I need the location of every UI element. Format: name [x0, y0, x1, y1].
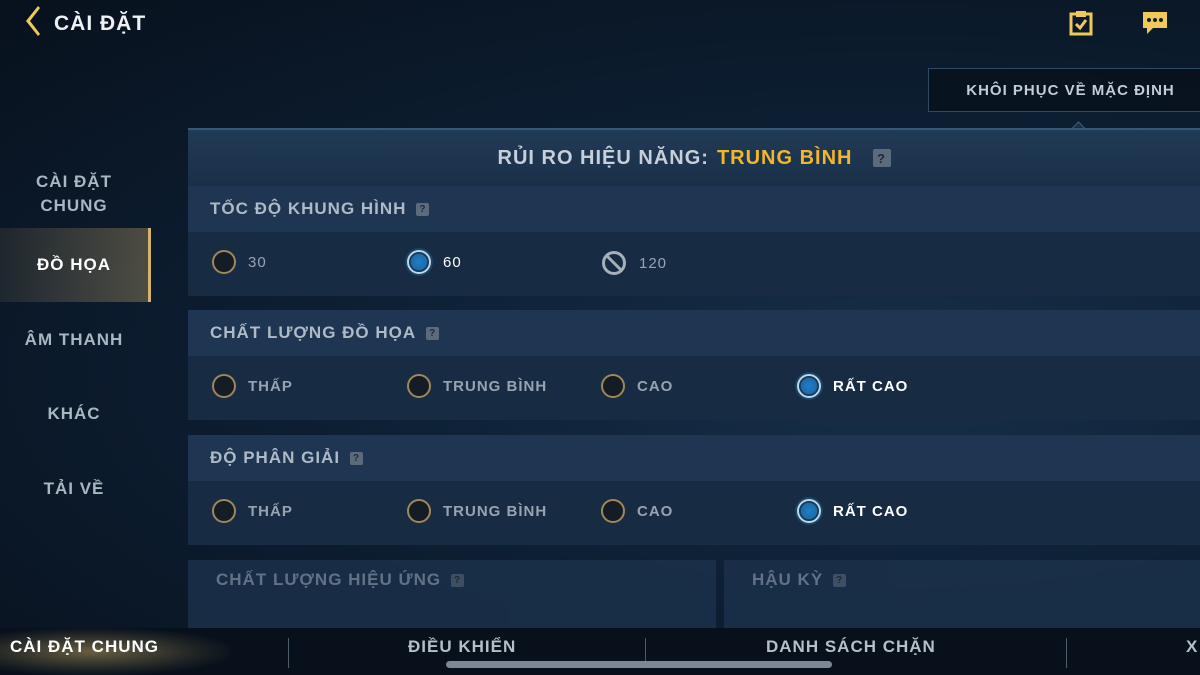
- quality-option-low[interactable]: THẤP: [212, 374, 293, 398]
- frame-rate-option-60[interactable]: 60: [407, 250, 462, 274]
- graphics-quality-title: CHẤT LƯỢNG ĐỒ HỌA: [210, 323, 417, 342]
- quality-option-very-high[interactable]: RẤT CAO: [797, 374, 908, 398]
- radio-icon: [212, 250, 236, 274]
- frame-rate-option-120[interactable]: 120: [601, 250, 667, 276]
- sidebar-item-other[interactable]: KHÁC: [0, 402, 148, 426]
- sidebar-item-graphics[interactable]: ĐỒ HỌA: [0, 228, 151, 302]
- sidebar-item-general[interactable]: CÀI ĐẶT CHUNG: [0, 170, 148, 218]
- radio-icon: [601, 374, 625, 398]
- quality-option-medium[interactable]: TRUNG BÌNH: [407, 374, 547, 398]
- resolution-option-medium[interactable]: TRUNG BÌNH: [407, 499, 547, 523]
- post-processing-section[interactable]: HẬU KỲ ?: [724, 560, 1200, 628]
- disabled-icon: [601, 250, 627, 276]
- graphics-quality-section: CHẤT LƯỢNG ĐỒ HỌA ? THẤP TRUNG BÌNH CAO …: [188, 310, 1200, 420]
- tab-next[interactable]: X: [1186, 637, 1198, 657]
- tab-controls[interactable]: ĐIỀU KHIỂN: [408, 637, 516, 657]
- frame-rate-section: TỐC ĐỘ KHUNG HÌNH ? 30 60 120: [188, 186, 1200, 296]
- sidebar-item-download[interactable]: TẢI VỀ: [0, 477, 148, 501]
- quality-option-high[interactable]: CAO: [601, 374, 673, 398]
- radio-selected-icon: [797, 499, 821, 523]
- graphics-settings-panel: RỦI RO HIỆU NĂNG: TRUNG BÌNH ? TỐC ĐỘ KH…: [188, 128, 1200, 628]
- page-title: CÀI ĐẶT: [54, 11, 147, 35]
- radio-icon: [212, 499, 236, 523]
- resolution-option-low[interactable]: THẤP: [212, 499, 293, 523]
- radio-icon: [601, 499, 625, 523]
- tab-divider: [288, 638, 289, 668]
- back-arrow-icon: [22, 4, 44, 43]
- resolution-option-very-high[interactable]: RẤT CAO: [797, 499, 908, 523]
- radio-icon: [407, 499, 431, 523]
- tab-general-settings[interactable]: CÀI ĐẶT CHUNG: [10, 637, 159, 657]
- post-processing-title: HẬU KỲ: [752, 570, 824, 589]
- performance-risk-bar: RỦI RO HIỆU NĂNG: TRUNG BÌNH ?: [188, 128, 1200, 186]
- radio-selected-icon: [797, 374, 821, 398]
- help-icon[interactable]: ?: [451, 573, 465, 587]
- back-button[interactable]: CÀI ĐẶT: [22, 4, 146, 43]
- help-icon[interactable]: ?: [426, 326, 440, 340]
- help-icon[interactable]: ?: [872, 149, 891, 167]
- tab-block-list[interactable]: DANH SÁCH CHẶN: [766, 637, 936, 657]
- help-icon[interactable]: ?: [416, 202, 430, 216]
- top-bar: CÀI ĐẶT: [0, 0, 1200, 48]
- help-icon[interactable]: ?: [833, 573, 847, 587]
- effects-quality-section[interactable]: CHẤT LƯỢNG HIỆU ỨNG ?: [188, 560, 716, 628]
- frame-rate-title: TỐC ĐỘ KHUNG HÌNH: [210, 199, 407, 218]
- effects-quality-title: CHẤT LƯỢNG HIỆU ỨNG: [216, 570, 442, 589]
- risk-value: TRUNG BÌNH: [716, 146, 853, 169]
- resolution-title: ĐỘ PHÂN GIẢI: [210, 448, 341, 467]
- resolution-option-high[interactable]: CAO: [601, 499, 673, 523]
- reset-defaults-button[interactable]: KHÔI PHỤC VỀ MẶC ĐỊNH: [928, 68, 1200, 112]
- radio-selected-icon: [407, 250, 431, 274]
- chat-icon[interactable]: [1140, 8, 1170, 38]
- risk-label: RỦI RO HIỆU NĂNG:: [497, 146, 709, 169]
- sidebar-item-sound[interactable]: ÂM THANH: [0, 328, 148, 352]
- radio-icon: [407, 374, 431, 398]
- help-icon[interactable]: ?: [350, 451, 364, 465]
- tab-divider: [1066, 638, 1067, 668]
- radio-icon: [212, 374, 236, 398]
- checklist-icon[interactable]: [1066, 8, 1096, 38]
- resolution-section: ĐỘ PHÂN GIẢI ? THẤP TRUNG BÌNH CAO RẤT C…: [188, 435, 1200, 545]
- home-indicator[interactable]: [446, 661, 832, 668]
- frame-rate-option-30[interactable]: 30: [212, 250, 267, 274]
